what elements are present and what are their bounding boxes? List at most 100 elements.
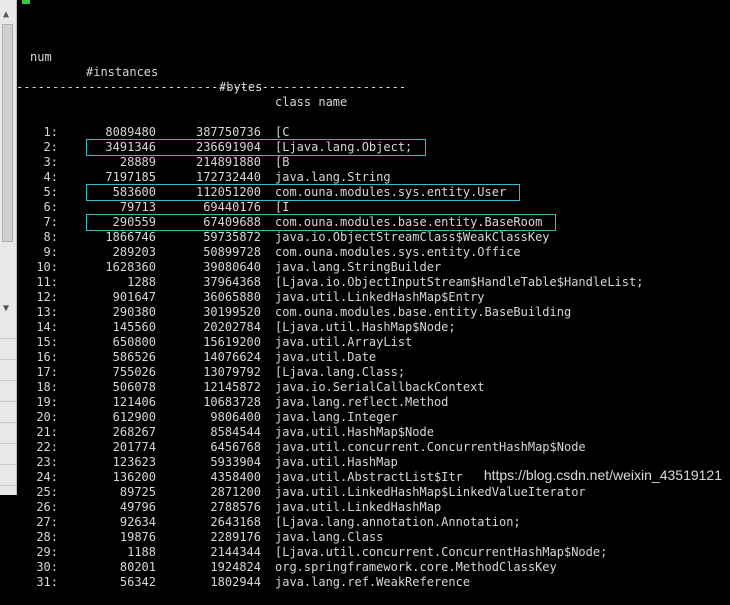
row-class-name: [Ljava.lang.annotation.Annotation; bbox=[275, 515, 521, 529]
header-instances: #instances bbox=[86, 65, 159, 79]
row-instances: 1188 bbox=[127, 545, 156, 559]
row-class-name: [C bbox=[275, 125, 290, 139]
row-bytes: 15619200 bbox=[203, 335, 261, 349]
row-num: 5: bbox=[43, 185, 58, 199]
row-num: 17: bbox=[36, 365, 58, 379]
header-num: num bbox=[30, 50, 52, 64]
row-instances: 289203 bbox=[112, 245, 156, 259]
row-num: 14: bbox=[36, 320, 58, 334]
table-row: 28: 19876 2289176 java.lang.Class bbox=[16, 530, 730, 545]
row-num: 22: bbox=[36, 440, 58, 454]
row-class-name: java.lang.StringBuilder bbox=[275, 260, 442, 274]
table-row: 18: 506078 12145872 java.io.SerialCallbackC… bbox=[16, 380, 730, 395]
row-bytes: 2871200 bbox=[210, 485, 261, 499]
row-class-name: java.util.concurrent.ConcurrentHashMap$N… bbox=[275, 440, 586, 454]
row-instances: 201774 bbox=[112, 440, 156, 454]
row-num: 20: bbox=[36, 410, 58, 424]
row-instances: 1866746 bbox=[105, 230, 156, 244]
row-num: 29: bbox=[36, 545, 58, 559]
row-instances: 268267 bbox=[112, 425, 156, 439]
row-num: 4: bbox=[43, 170, 58, 184]
row-class-name: [I bbox=[275, 200, 290, 214]
table-row: 1: 8089480 387750736 [C bbox=[16, 125, 730, 140]
scrollbar-thumb[interactable] bbox=[2, 24, 13, 242]
row-num: 25: bbox=[36, 485, 58, 499]
scroll-up-icon[interactable]: ▲ bbox=[3, 9, 9, 20]
watermark: https://blog.csdn.net/weixin_43519121 bbox=[483, 467, 722, 483]
table-row: 11: 1288 37964368 [Ljava.io.ObjectInputStre… bbox=[16, 275, 730, 290]
row-bytes: 69440176 bbox=[203, 200, 261, 214]
table-row: 22: 201774 6456768 java.util.concurrent.Con… bbox=[16, 440, 730, 455]
row-bytes: 4358400 bbox=[210, 470, 261, 484]
row-num: 16: bbox=[36, 350, 58, 364]
row-class-name: org.springframework.core.MethodClassKey bbox=[275, 560, 557, 574]
row-bytes: 5933904 bbox=[210, 455, 261, 469]
table-row: 5: 583600 112051200 com.ouna.modules.sys.en… bbox=[16, 185, 730, 200]
row-instances: 290380 bbox=[112, 305, 156, 319]
row-num: 18: bbox=[36, 380, 58, 394]
row-class-name: [Ljava.util.concurrent.ConcurrentHashMap… bbox=[275, 545, 608, 559]
row-instances: 8089480 bbox=[105, 125, 156, 139]
table-row: 10: 1628360 39080640 java.lang.StringBuilde… bbox=[16, 260, 730, 275]
row-class-name: java.util.LinkedHashMap$Entry bbox=[275, 290, 485, 304]
row-num: 15: bbox=[36, 335, 58, 349]
row-instances: 506078 bbox=[112, 380, 156, 394]
row-class-name: java.util.AbstractList$Itr bbox=[275, 470, 463, 484]
table-row: 31: 56342 1802944 java.lang.ref.WeakReferen… bbox=[16, 575, 730, 590]
table-row: 29: 1188 2144344 [Ljava.util.concurrent.Con… bbox=[16, 545, 730, 560]
row-bytes: 59735872 bbox=[203, 230, 261, 244]
row-class-name: java.io.ObjectStreamClass$WeakClassKey bbox=[275, 230, 550, 244]
row-class-name: com.ouna.modules.sys.entity.User bbox=[275, 185, 507, 199]
row-instances: 7197185 bbox=[105, 170, 156, 184]
row-num: 19: bbox=[36, 395, 58, 409]
row-num: 1: bbox=[43, 125, 58, 139]
row-instances: 586526 bbox=[112, 350, 156, 364]
row-bytes: 2643168 bbox=[210, 515, 261, 529]
table-row: 14: 145560 20202784 [Ljava.util.HashMap$Nod… bbox=[16, 320, 730, 335]
row-class-name: java.io.SerialCallbackContext bbox=[275, 380, 485, 394]
table-row: 27: 92634 2643168 [Ljava.lang.annotation.An… bbox=[16, 515, 730, 530]
row-bytes: 13079792 bbox=[203, 365, 261, 379]
row-class-name: java.util.LinkedHashMap$LinkedValueItera… bbox=[275, 485, 586, 499]
row-class-name: java.lang.ref.WeakReference bbox=[275, 575, 471, 589]
row-bytes: 2144344 bbox=[210, 545, 261, 559]
row-bytes: 50899728 bbox=[203, 245, 261, 259]
row-bytes: 9806400 bbox=[210, 410, 261, 424]
row-instances: 19876 bbox=[119, 530, 156, 544]
row-bytes: 172732440 bbox=[195, 170, 261, 184]
row-instances: 79713 bbox=[119, 200, 156, 214]
row-instances: 1628360 bbox=[105, 260, 156, 274]
row-instances: 49796 bbox=[119, 500, 156, 514]
row-class-name: java.lang.reflect.Method bbox=[275, 395, 449, 409]
row-bytes: 10683728 bbox=[203, 395, 261, 409]
row-instances: 92634 bbox=[119, 515, 156, 529]
row-instances: 583600 bbox=[112, 185, 156, 199]
row-num: 27: bbox=[36, 515, 58, 529]
table-row: 30: 80201 1924824 org.springframework.core.… bbox=[16, 560, 730, 575]
row-bytes: 8584544 bbox=[210, 425, 261, 439]
row-num: 28: bbox=[36, 530, 58, 544]
table-row: 4: 7197185 172732440 java.lang.String bbox=[16, 170, 730, 185]
row-class-name: [Ljava.io.ObjectInputStream$HandleTable$… bbox=[275, 275, 644, 289]
row-instances: 28889 bbox=[119, 155, 156, 169]
terminal-scrollbar[interactable]: ▲ ▼ bbox=[0, 0, 17, 495]
row-instances: 136200 bbox=[112, 470, 156, 484]
row-class-name: [Ljava.util.HashMap$Node; bbox=[275, 320, 456, 334]
row-bytes: 30199520 bbox=[203, 305, 261, 319]
row-bytes: 36065880 bbox=[203, 290, 261, 304]
row-num: 2: bbox=[43, 140, 58, 154]
row-bytes: 2289176 bbox=[210, 530, 261, 544]
row-num: 26: bbox=[36, 500, 58, 514]
row-num: 7: bbox=[43, 215, 58, 229]
row-class-name: [Ljava.lang.Object; bbox=[275, 140, 413, 154]
table-row: 2: 3491346 236691904 [Ljava.lang.Object; bbox=[16, 140, 730, 155]
table-row: 7: 290559 67409688 com.ouna.modules.base.en… bbox=[16, 215, 730, 230]
table-row: 16: 586526 14076624 java.util.Date bbox=[16, 350, 730, 365]
row-instances: 901647 bbox=[112, 290, 156, 304]
row-instances: 1288 bbox=[127, 275, 156, 289]
row-bytes: 20202784 bbox=[203, 320, 261, 334]
row-instances: 612900 bbox=[112, 410, 156, 424]
row-instances: 56342 bbox=[119, 575, 156, 589]
row-num: 12: bbox=[36, 290, 58, 304]
scroll-down-icon[interactable]: ▼ bbox=[3, 303, 9, 314]
